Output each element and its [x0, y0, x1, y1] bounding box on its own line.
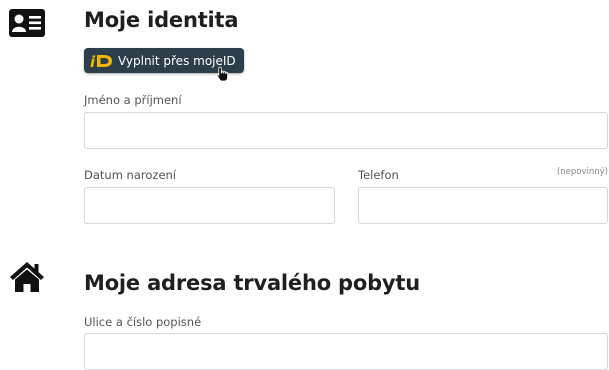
mojeid-logo-icon: i: [90, 53, 112, 70]
address-section-title: Moje adresa trvalého pobytu: [84, 271, 421, 295]
id-card-icon: [9, 9, 45, 37]
phone-field[interactable]: [358, 187, 608, 224]
home-icon: [10, 262, 44, 292]
street-label: Ulice a číslo popisné: [84, 315, 202, 329]
full-name-label: Jméno a příjmení: [84, 93, 182, 107]
phone-label: Telefon: [358, 168, 399, 182]
birth-date-label: Datum narození: [84, 168, 176, 182]
phone-optional-note: (nepovinný): [556, 167, 608, 177]
identity-section-title: Moje identita: [84, 8, 239, 32]
street-field[interactable]: [84, 333, 608, 370]
hand-cursor-icon: [216, 66, 228, 82]
svg-text:i: i: [90, 53, 96, 70]
birth-date-field[interactable]: [84, 187, 335, 224]
full-name-field[interactable]: [84, 112, 608, 149]
